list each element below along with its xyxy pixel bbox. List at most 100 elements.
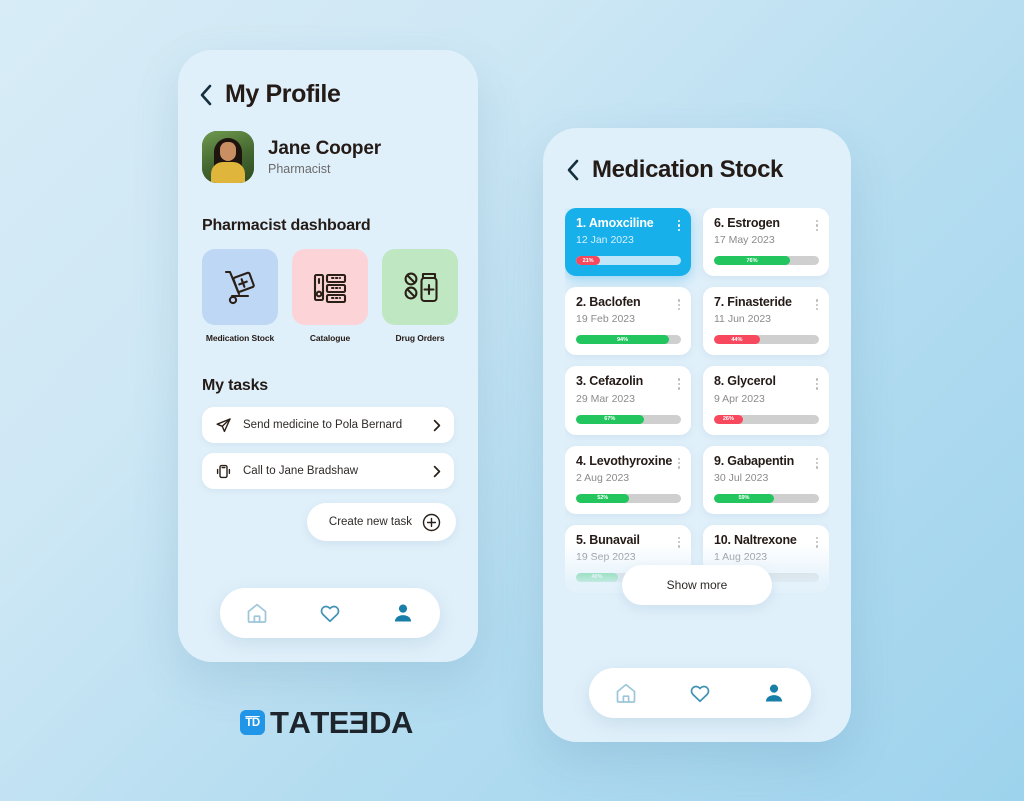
dashboard-title: Pharmacist dashboard xyxy=(202,217,371,234)
nav-heart-icon[interactable] xyxy=(313,596,347,630)
medication-name: 5. Bunavail xyxy=(576,532,640,547)
medication-date: 12 Jan 2023 xyxy=(576,234,634,247)
create-new-task-button[interactable]: Create new task xyxy=(306,503,456,541)
stock-percent-label: 76% xyxy=(746,257,758,264)
task-item[interactable]: Call to Jane Bradshaw xyxy=(202,453,454,489)
dashboard-tile-label: Medication Stock xyxy=(205,333,275,343)
chevron-left-icon[interactable] xyxy=(567,159,580,181)
medication-name: 3. Cefazolin xyxy=(576,374,644,389)
medication-date: 11 Jun 2023 xyxy=(714,313,772,326)
bottom-navigation-stock xyxy=(589,668,811,718)
logo-letter: E xyxy=(348,705,370,740)
avatar xyxy=(202,131,254,183)
medication-card[interactable]: 3. Cefazolin 29 Mar 2023 67% xyxy=(565,366,691,435)
logo-letter: T xyxy=(310,705,329,740)
logo-letter: A xyxy=(391,705,413,740)
stock-progress-bar: 21% xyxy=(576,256,681,266)
brand-logo: TD TATEEDA xyxy=(240,705,413,740)
chevron-right-icon[interactable] xyxy=(433,419,441,432)
plus-circle-icon xyxy=(422,513,441,532)
stock-percent-label: 44% xyxy=(731,336,743,343)
phone-mockup-stock: Medication Stock 1. Amoxciline 12 Jan 202… xyxy=(543,128,851,742)
logo-letter: A xyxy=(288,705,311,740)
more-vertical-icon[interactable] xyxy=(674,534,681,548)
stock-percent-label: 26% xyxy=(722,416,734,423)
phone-vibrate-icon xyxy=(215,463,232,480)
phone-mockup-profile: My Profile Jane Cooper Pharmacist Pharma… xyxy=(178,50,478,662)
stock-percent-label: 52% xyxy=(597,495,609,502)
stock-progress-bar: 59% xyxy=(714,493,819,503)
dashboard-tile-drug-orders[interactable]: Drug Orders xyxy=(382,249,458,343)
show-more-button[interactable]: Show more xyxy=(622,565,772,605)
dashboard-tile-medication-stock[interactable]: Medication Stock xyxy=(202,249,278,343)
medication-card[interactable]: 2. Baclofen 19 Feb 2023 94% xyxy=(565,287,691,356)
more-vertical-icon[interactable] xyxy=(812,296,819,311)
medication-date: 1 Aug 2023 xyxy=(714,550,768,563)
user-role: Pharmacist xyxy=(268,162,331,176)
dashboard-tile-label: Catalogue xyxy=(309,333,351,343)
stock-percent-label: 67% xyxy=(604,416,616,423)
task-label: Send medicine to Pola Bernard xyxy=(243,419,403,431)
logo-letter: E xyxy=(328,705,350,740)
dashboard-tiles: Medication Stock Catalogue Drug Orders xyxy=(178,235,478,343)
user-summary[interactable]: Jane Cooper Pharmacist xyxy=(178,109,478,183)
nav-user-icon[interactable] xyxy=(386,596,420,630)
stock-progress-bar: 52% xyxy=(576,493,681,503)
more-vertical-icon[interactable] xyxy=(812,375,819,390)
more-vertical-icon[interactable] xyxy=(812,534,819,548)
medication-date: 2 Aug 2023 xyxy=(576,471,630,484)
medication-name: 1. Amoxciline xyxy=(576,216,654,230)
medication-date: 29 Mar 2023 xyxy=(576,392,635,405)
more-vertical-icon[interactable] xyxy=(674,455,681,469)
medication-date: 19 Sep 2023 xyxy=(576,550,636,563)
tasks-title: My tasks xyxy=(202,377,268,394)
more-vertical-icon[interactable] xyxy=(674,296,681,311)
nav-heart-icon[interactable] xyxy=(683,676,717,710)
medication-list-viewport[interactable]: 1. Amoxciline 12 Jan 2023 21% 6. Estrogen 17… xyxy=(565,208,829,614)
more-vertical-icon[interactable] xyxy=(812,217,819,232)
medication-card[interactable]: 8. Glycerol 9 Apr 2023 26% xyxy=(703,366,829,435)
medication-name: 8. Glycerol xyxy=(714,374,776,389)
logo-letter: T xyxy=(270,705,289,740)
more-vertical-icon[interactable] xyxy=(674,217,681,232)
dashboard-tile-catalogue[interactable]: Catalogue xyxy=(292,249,368,343)
medication-name: 10. Naltrexone xyxy=(714,532,797,547)
shelves-icon xyxy=(292,249,368,325)
nav-home-icon[interactable] xyxy=(609,676,643,710)
medication-grid: 1. Amoxciline 12 Jan 2023 21% 6. Estrogen 17… xyxy=(565,208,829,593)
medication-card[interactable]: 7. Finasteride 11 Jun 2023 44% xyxy=(703,287,829,356)
user-name: Jane Cooper xyxy=(268,138,381,159)
stock-percent-label: 21% xyxy=(582,257,594,264)
medication-card[interactable]: 1. Amoxciline 12 Jan 2023 21% xyxy=(565,208,691,277)
create-task-row: Create new task xyxy=(178,489,478,541)
medication-card[interactable]: 9. Gabapentin 30 Jul 2023 59% xyxy=(703,445,829,514)
chevron-left-icon[interactable] xyxy=(200,84,213,106)
chevron-right-icon[interactable] xyxy=(433,465,441,478)
show-more-row: Show more xyxy=(543,565,851,605)
medication-card[interactable]: 6. Estrogen 17 May 2023 76% xyxy=(703,208,829,277)
stock-progress-bar: 76% xyxy=(714,256,819,266)
medication-date: 9 Apr 2023 xyxy=(714,392,765,405)
page-title: My Profile xyxy=(225,80,341,108)
more-vertical-icon[interactable] xyxy=(674,375,681,390)
task-item[interactable]: Send medicine to Pola Bernard xyxy=(202,407,454,443)
stock-progress-bar: 44% xyxy=(714,335,819,345)
pill-bottle-icon xyxy=(382,249,458,325)
medication-date: 19 Feb 2023 xyxy=(576,313,635,326)
medication-name: 6. Estrogen xyxy=(714,216,780,230)
dashboard-tile-label: Drug Orders xyxy=(395,333,445,343)
page-title: Medication Stock xyxy=(592,156,783,183)
logo-wordmark: TATEEDA xyxy=(270,705,413,740)
medication-card[interactable]: 4. Levothyroxine 2 Aug 2023 52% xyxy=(565,445,691,514)
medication-name: 2. Baclofen xyxy=(576,295,641,310)
medication-name: 7. Finasteride xyxy=(714,295,792,310)
logo-letter: D xyxy=(369,705,392,740)
medication-date: 30 Jul 2023 xyxy=(714,471,769,484)
more-vertical-icon[interactable] xyxy=(812,455,819,469)
stock-progress-bar: 67% xyxy=(576,414,681,424)
logo-mark: TD xyxy=(240,710,265,735)
nav-home-icon[interactable] xyxy=(240,596,274,630)
task-label: Call to Jane Bradshaw xyxy=(243,465,359,477)
stock-progress-bar: 94% xyxy=(576,335,681,345)
nav-user-icon[interactable] xyxy=(757,676,791,710)
